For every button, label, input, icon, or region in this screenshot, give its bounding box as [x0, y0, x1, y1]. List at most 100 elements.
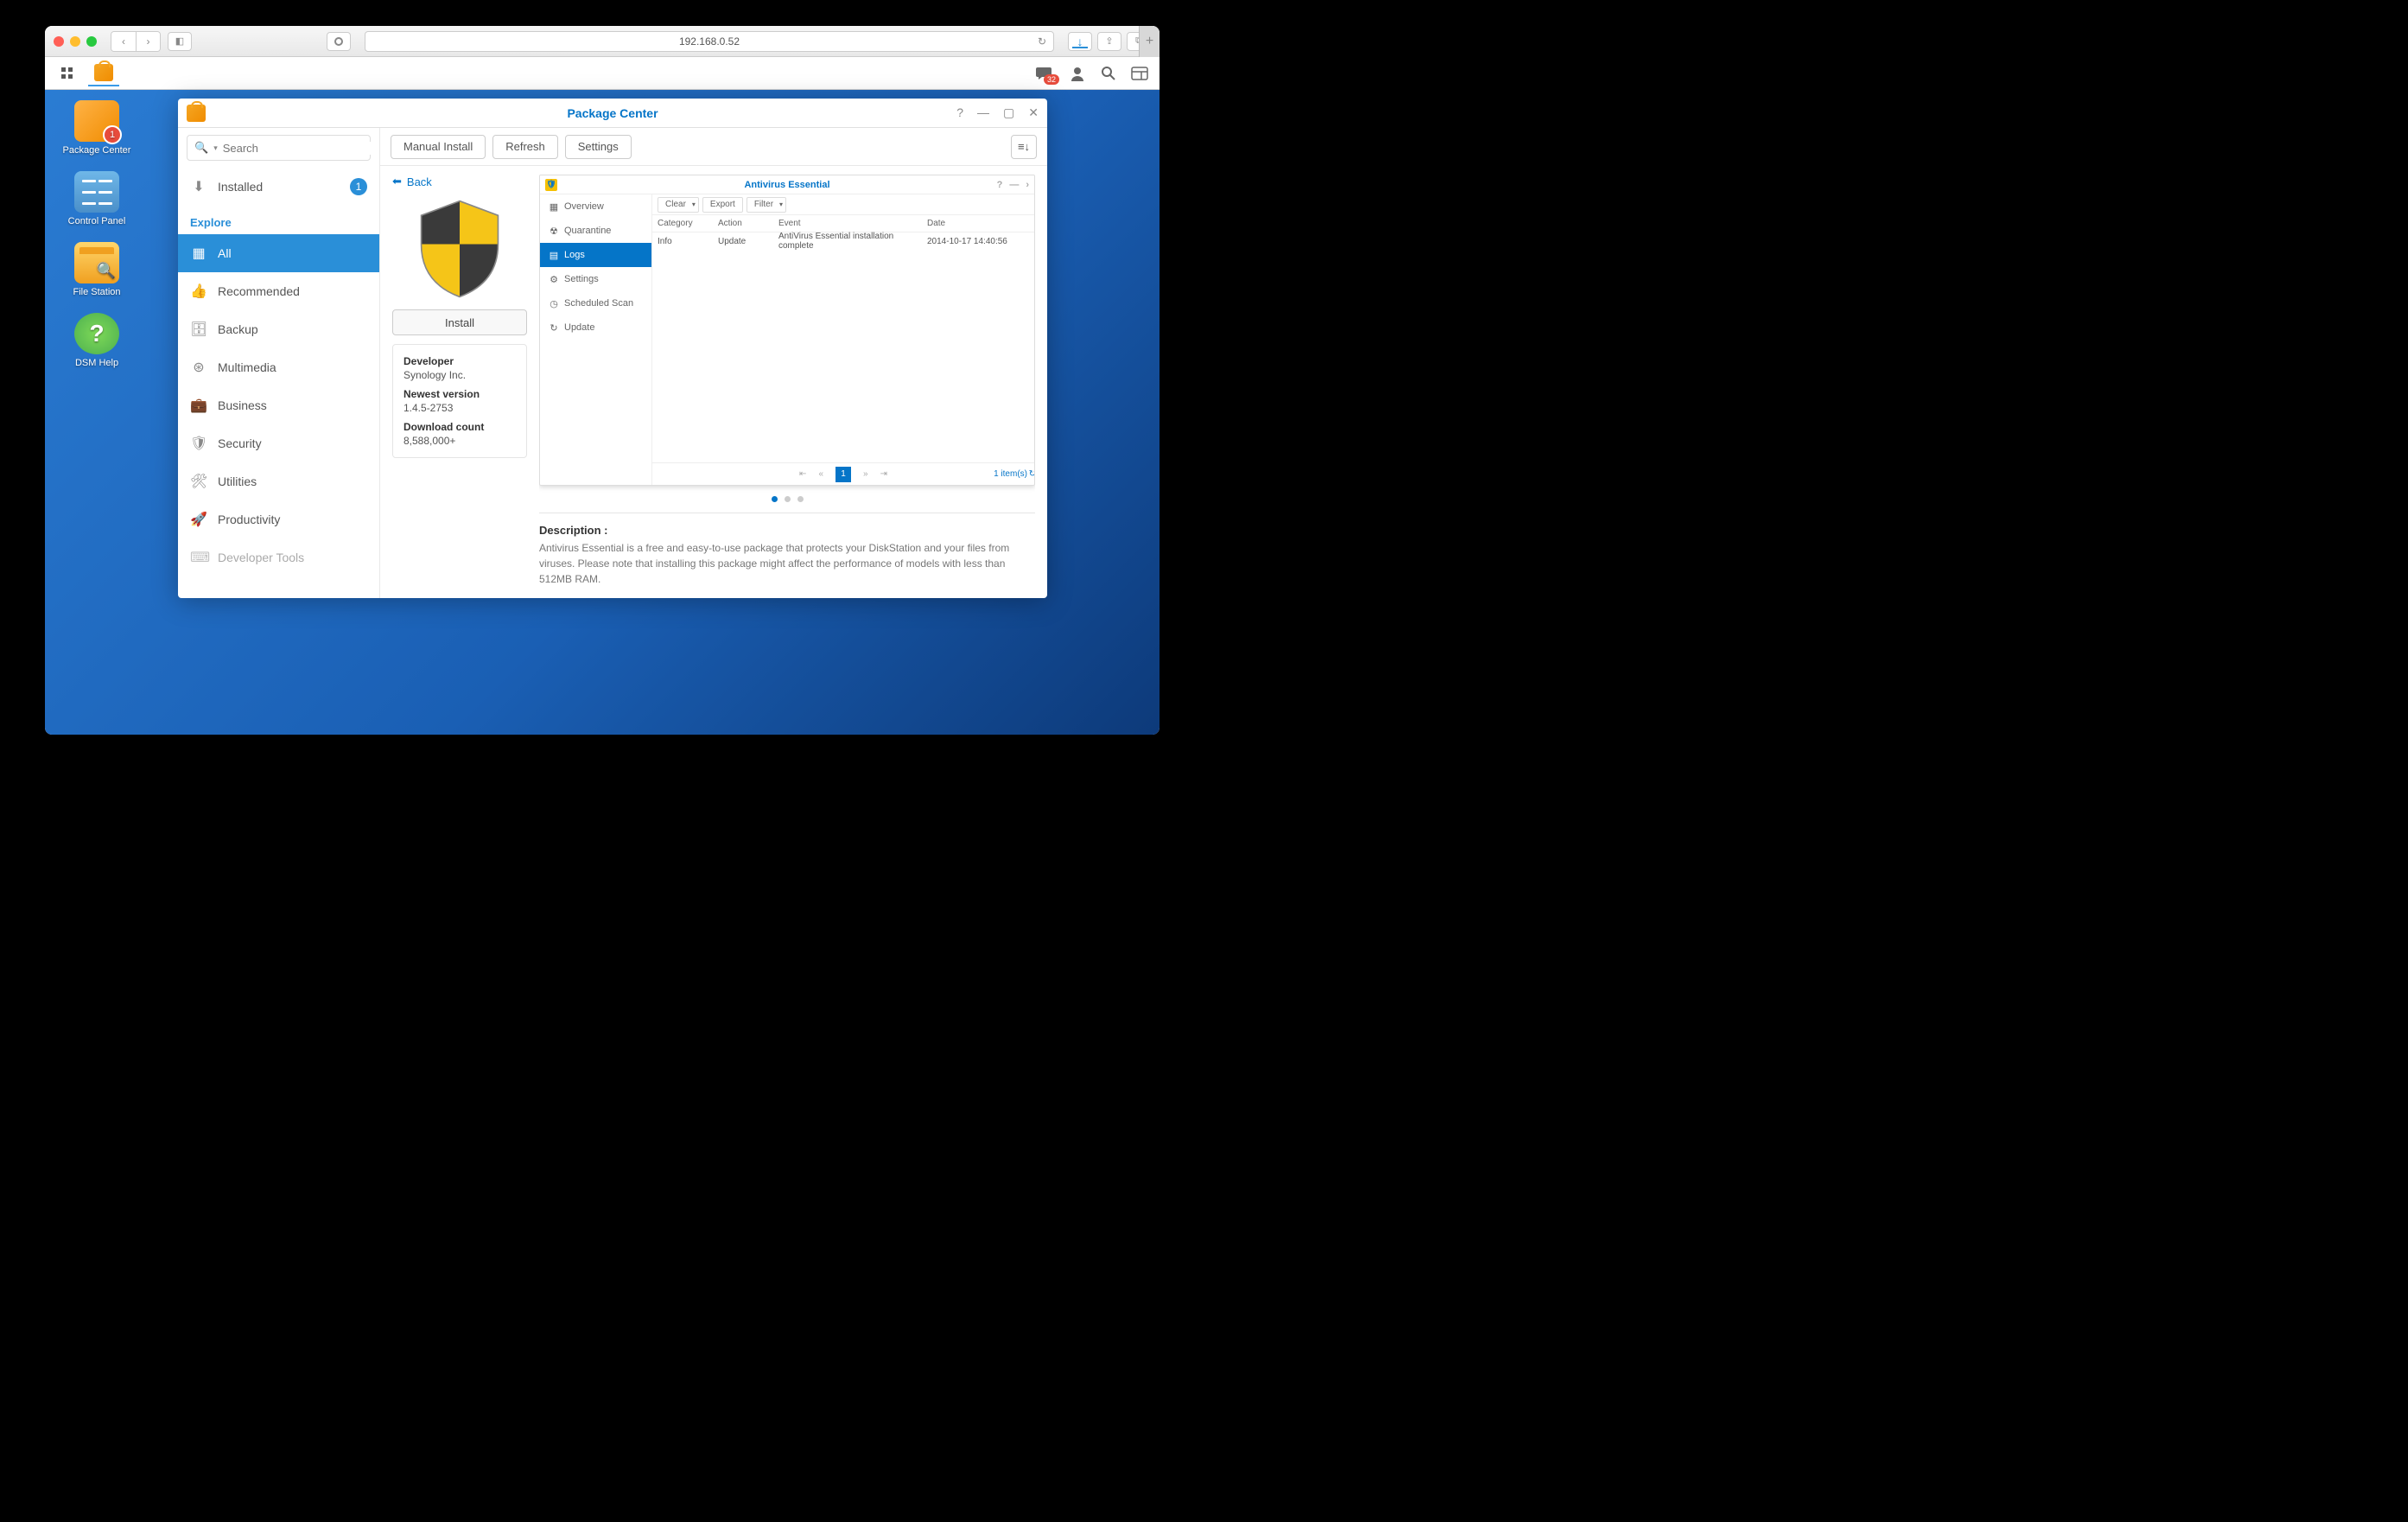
sidebar-toggle-button[interactable]: ◧: [168, 32, 192, 51]
new-tab-button[interactable]: +: [1139, 26, 1160, 57]
carousel-dots: [539, 496, 1035, 502]
close-icon[interactable]: ✕: [1028, 105, 1039, 120]
shield-icon: 🛡: [190, 435, 207, 452]
table-header: Category Action Event Date: [652, 215, 1034, 232]
dropdown-icon: ▾: [213, 143, 218, 153]
last-page-icon: ⇥: [880, 469, 887, 479]
thumbs-up-icon: 👍: [190, 283, 207, 300]
desktop-icon-package-center[interactable]: Package Center: [62, 100, 131, 156]
ss-nav-logs: ▤Logs: [540, 243, 651, 267]
notification-button[interactable]: 32: [1030, 60, 1059, 86]
minimize-icon[interactable]: —: [977, 105, 989, 120]
screenshot-nav: ▦Overview ☢Quarantine ▤Logs ⚙Settings ◷S…: [540, 194, 652, 485]
ss-nav-settings: ⚙Settings: [540, 267, 651, 291]
developer-label: Developer: [403, 355, 516, 367]
window-titlebar[interactable]: Package Center ? — ▢ ✕: [178, 99, 1047, 128]
package-center-icon: [94, 64, 113, 81]
url-text: 192.168.0.52: [679, 35, 740, 48]
sidebar-item-security[interactable]: 🛡Security: [178, 424, 379, 462]
icon-label: Package Center: [63, 145, 131, 156]
export-button: Export: [702, 197, 743, 213]
desktop-icon-dsm-help[interactable]: ? DSM Help: [62, 313, 131, 368]
logs-icon: ▤: [549, 250, 559, 261]
package-toolbar: Manual Install Refresh Settings ≡↓: [380, 128, 1047, 166]
package-center-icon: [187, 105, 206, 122]
safari-toolbar: ‹ › ◧ 192.168.0.52 ↻ ↓ ⇪ ⧉: [45, 26, 1160, 57]
address-bar[interactable]: 192.168.0.52 ↻: [365, 31, 1054, 52]
minimize-window-button[interactable]: [70, 36, 80, 47]
maximize-window-button[interactable]: [86, 36, 97, 47]
prev-page-icon: «: [818, 469, 823, 479]
sidebar: 🔍▾ ⬇ Installed 1 Explore ▦All 👍Recommend…: [178, 128, 380, 598]
dot-2[interactable]: [785, 496, 791, 502]
icon-label: File Station: [73, 287, 120, 297]
sidebar-item-productivity[interactable]: 🚀Productivity: [178, 500, 379, 538]
desktop-icon-file-station[interactable]: File Station: [62, 242, 131, 297]
search-icon: 🔍: [194, 141, 208, 155]
filter-button: Filter: [747, 197, 786, 213]
dot-1[interactable]: [772, 496, 778, 502]
overview-icon: ▦: [549, 201, 559, 213]
dot-3[interactable]: [797, 496, 804, 502]
sidebar-label: Backup: [218, 322, 258, 336]
share-button[interactable]: ⇪: [1097, 32, 1121, 51]
sidebar-item-developer-tools[interactable]: ⌨Developer Tools: [178, 538, 379, 576]
col-category: Category: [652, 215, 713, 232]
safari-window: ‹ › ◧ 192.168.0.52 ↻ ↓ ⇪ ⧉ +: [45, 26, 1160, 735]
installed-badge: 1: [350, 178, 367, 195]
desktop-icons: Package Center Control Panel File Statio…: [62, 100, 131, 368]
sidebar-label: Multimedia: [218, 360, 276, 374]
icon-label: Control Panel: [68, 216, 126, 226]
screenshot-title: Antivirus Essential: [744, 180, 829, 190]
description-block: Description : Antivirus Essential is a f…: [539, 524, 1035, 587]
search-input[interactable]: [223, 142, 375, 155]
detail-main: 🛡 Antivirus Essential ?—› ▦Overview ☢Qua…: [539, 175, 1035, 589]
sidebar-item-utilities[interactable]: 🛠Utilities: [178, 462, 379, 500]
screenshot-tools: Clear Export Filter: [652, 194, 1034, 215]
film-icon: ⊛: [190, 359, 207, 376]
settings-button[interactable]: Settings: [565, 135, 632, 159]
briefcase-icon: 💼: [190, 397, 207, 414]
sidebar-item-installed[interactable]: ⬇ Installed 1: [178, 168, 379, 206]
sort-button[interactable]: ≡↓: [1011, 135, 1037, 159]
sidebar-label: Installed: [218, 180, 263, 194]
sidebar-heading-explore: Explore: [178, 206, 379, 234]
update-icon: ↻: [549, 322, 559, 334]
pager: ⇤ « 1 » ⇥ 1 item(s) ↻: [652, 462, 1034, 485]
version-value: 1.4.5-2753: [403, 402, 516, 414]
main-menu-button[interactable]: [52, 60, 83, 86]
widgets-button[interactable]: [1127, 60, 1153, 86]
version-label: Newest version: [403, 388, 516, 400]
search-field[interactable]: 🔍▾: [187, 135, 371, 161]
reader-button[interactable]: [327, 32, 351, 51]
manual-install-button[interactable]: Manual Install: [391, 135, 486, 159]
maximize-icon[interactable]: ▢: [1003, 105, 1014, 120]
help-icon: ?: [74, 313, 119, 354]
sidebar-item-business[interactable]: 💼Business: [178, 386, 379, 424]
refresh-button[interactable]: Refresh: [492, 135, 558, 159]
ss-nav-update: ↻Update: [540, 315, 651, 340]
sidebar-item-multimedia[interactable]: ⊛ Multimedia: [178, 348, 379, 386]
help-icon[interactable]: ?: [956, 105, 963, 120]
sidebar-item-recommended[interactable]: 👍 Recommended: [178, 272, 379, 310]
ss-nav-scheduled: ◷Scheduled Scan: [540, 291, 651, 315]
forward-button[interactable]: ›: [136, 32, 160, 51]
back-button[interactable]: ‹: [111, 32, 136, 51]
search-button[interactable]: [1096, 60, 1121, 86]
back-link[interactable]: ⬅ Back: [392, 175, 527, 188]
desktop-icon-control-panel[interactable]: Control Panel: [62, 171, 131, 226]
install-button[interactable]: Install: [392, 309, 527, 335]
description-heading: Description :: [539, 524, 1035, 537]
description-text: Antivirus Essential is a free and easy-t…: [539, 540, 1035, 587]
close-window-button[interactable]: [54, 36, 64, 47]
taskbar-app-package-center[interactable]: [88, 60, 119, 86]
downloads-button[interactable]: ↓: [1068, 32, 1092, 51]
sidebar-item-backup[interactable]: 🗄Backup: [178, 310, 379, 348]
notification-badge: 32: [1044, 74, 1059, 85]
reload-icon[interactable]: ↻: [1038, 35, 1046, 48]
sidebar-label: Recommended: [218, 284, 300, 298]
traffic-lights: [54, 36, 97, 47]
sidebar-item-all[interactable]: ▦All: [178, 234, 379, 272]
user-button[interactable]: [1064, 60, 1090, 86]
col-date: Date: [922, 215, 1034, 232]
